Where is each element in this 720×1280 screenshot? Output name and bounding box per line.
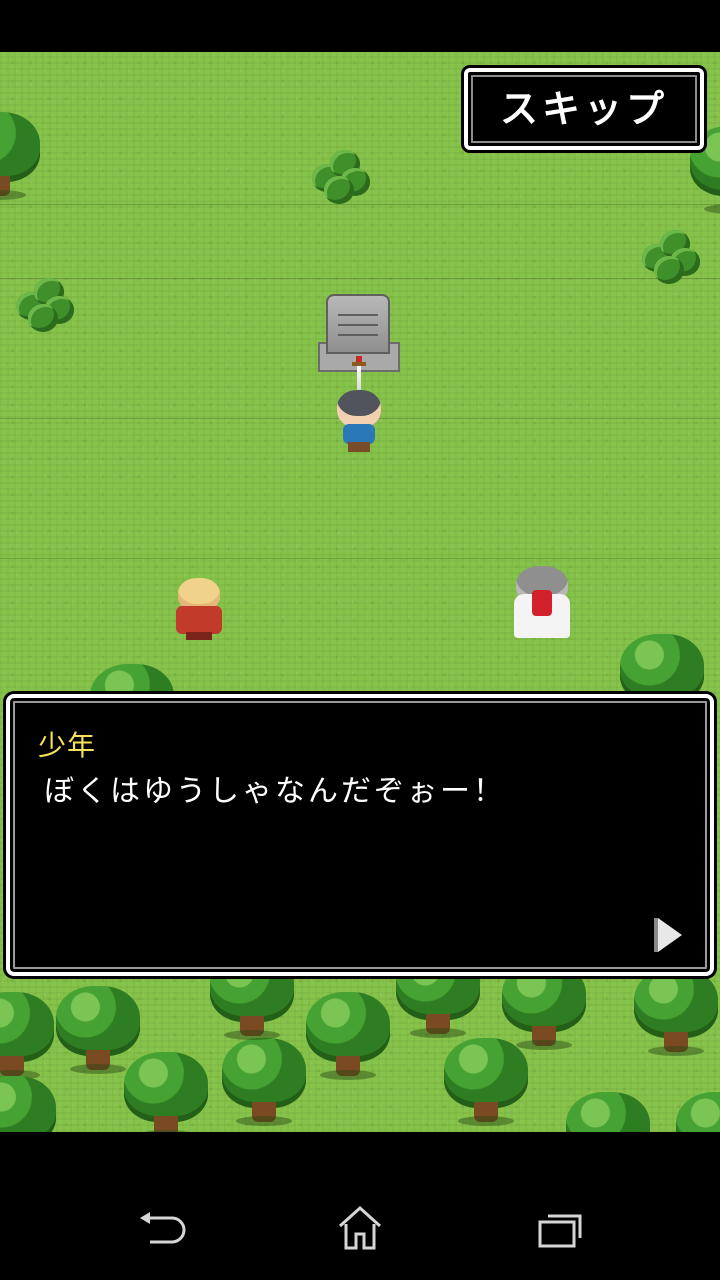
- ghost-girl-character[interactable]: [514, 566, 570, 638]
- status-bar: [0, 0, 720, 52]
- tree: [124, 1052, 208, 1132]
- skip-button[interactable]: スキップ: [464, 68, 704, 150]
- tree: [0, 112, 40, 200]
- bush: [642, 230, 702, 286]
- dialog-message: ぼくはゆうしゃなんだぞぉー！: [44, 774, 506, 809]
- play-triangle-icon[interactable]: [654, 918, 682, 952]
- tree: [634, 968, 718, 1056]
- bush: [16, 278, 76, 334]
- dialog-box[interactable]: 少年 ぼくはゆうしゃなんだぞぉー！: [6, 694, 714, 976]
- old-man-character[interactable]: [174, 578, 224, 640]
- bush: [312, 150, 372, 206]
- tree: [566, 1092, 650, 1132]
- tree: [444, 1038, 528, 1126]
- home-icon[interactable]: [330, 1202, 390, 1254]
- android-nav-bar: [0, 1132, 720, 1280]
- tree: [0, 992, 54, 1080]
- speaker-name: 少年: [38, 729, 97, 762]
- tree: [306, 992, 390, 1080]
- back-arrow-icon[interactable]: [130, 1202, 190, 1254]
- tile-grid-line: [0, 278, 720, 279]
- boy-character[interactable]: [334, 390, 384, 454]
- tree: [222, 1038, 306, 1126]
- tree: [676, 1092, 720, 1132]
- tile-grid-line: [0, 558, 720, 559]
- recent-apps-icon[interactable]: [530, 1202, 590, 1254]
- tree: [0, 1076, 56, 1132]
